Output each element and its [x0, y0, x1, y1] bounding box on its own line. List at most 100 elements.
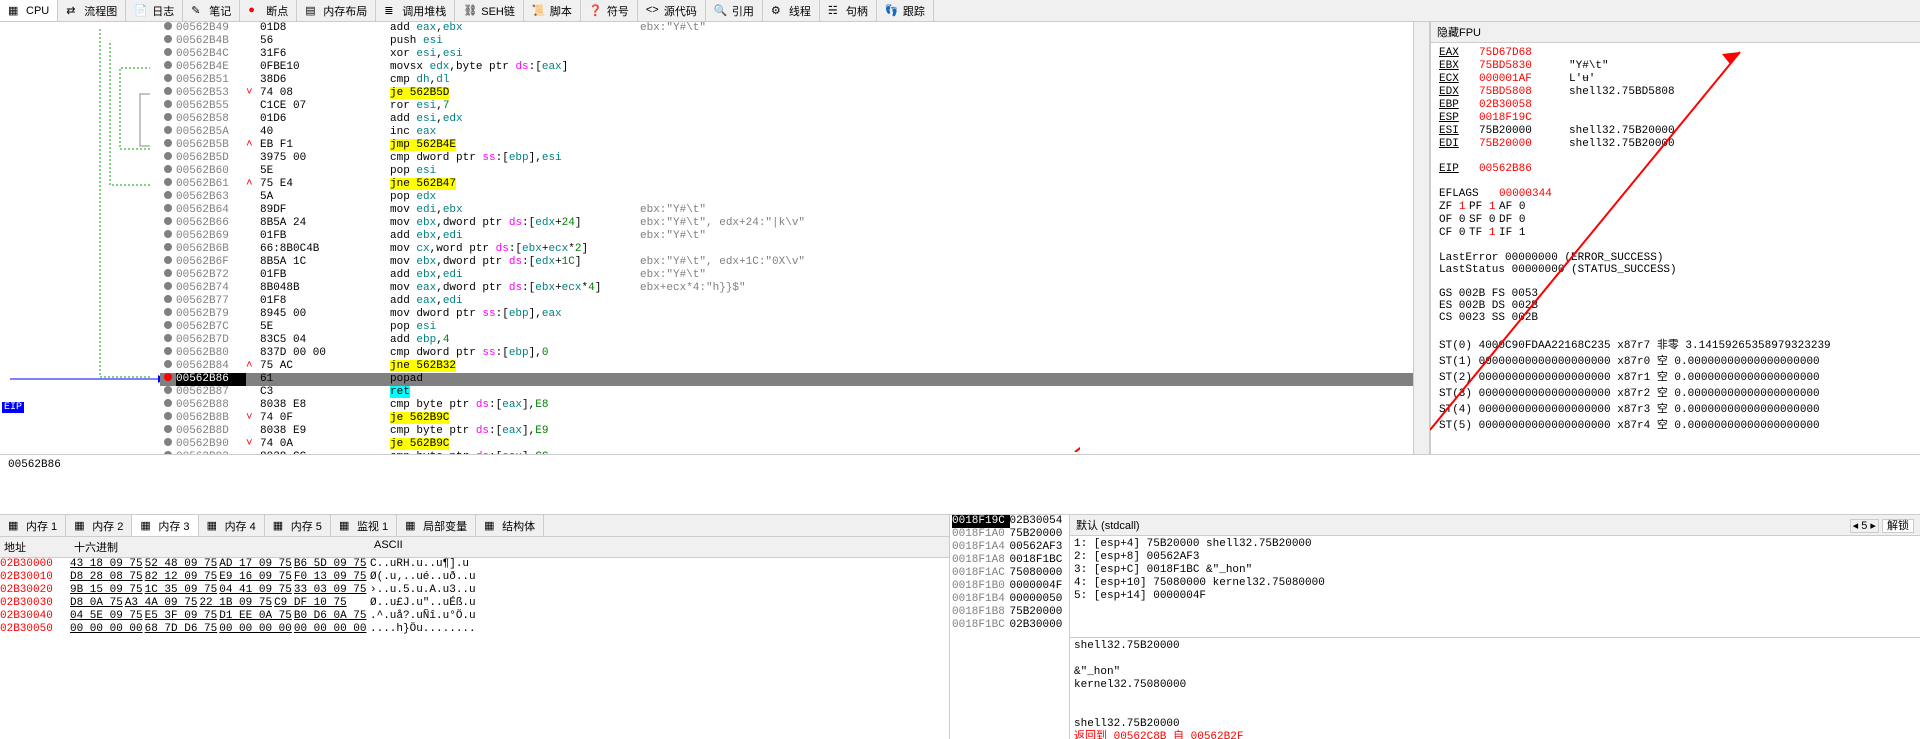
mem-tab[interactable]: ▦监视 1: [331, 515, 397, 536]
disasm-row[interactable]: 00562B888038 E8cmp byte ptr ds:[eax],E8: [160, 399, 1413, 412]
disasm-row[interactable]: 00562B90˅74 0Aje 562B9C: [160, 438, 1413, 451]
disasm-row[interactable]: 00562B8661popad: [160, 373, 1413, 386]
disasm-row[interactable]: 00562B5801D6add esi,edx: [160, 113, 1413, 126]
mem-row[interactable]: 02B30030D8 0A 75A3 4A 09 7522 1B 09 75C9…: [0, 597, 949, 610]
reg-panel-header[interactable]: 隐藏FPU: [1431, 22, 1920, 43]
mem-tab[interactable]: ▦内存 1: [0, 515, 66, 536]
stack-row[interactable]: 0018F1BC02B30000: [950, 619, 1069, 632]
disasm-row[interactable]: 00562B5B˄EB F1jmp 562B4E: [160, 139, 1413, 152]
tab-source[interactable]: <>源代码: [638, 0, 706, 21]
tab-label: 调用堆栈: [402, 3, 446, 19]
stack-row[interactable]: 0018F1A80018F1BC: [950, 554, 1069, 567]
disasm-row[interactable]: 00562B928038 CCcmp byte ptr ds:[eax],CC: [160, 451, 1413, 454]
tab-label: 流程图: [84, 3, 117, 19]
disasm-row[interactable]: 00562B5138D6cmp dh,dl: [160, 74, 1413, 87]
disasm-row[interactable]: 00562B5D3975 00cmp dword ptr ss:[ebp],es…: [160, 152, 1413, 165]
stack-row[interactable]: 0018F1B400000050: [950, 593, 1069, 606]
mem-row[interactable]: 02B300209B 15 09 751C 35 09 7504 41 09 7…: [0, 584, 949, 597]
mem-row[interactable]: 02B3004004 5E 09 75E5 3F 09 75D1 EE 0A 7…: [0, 610, 949, 623]
tab-label: 断点: [266, 3, 288, 19]
disasm-row[interactable]: 00562B7201FBadd ebx,ediebx:"Y#\t": [160, 269, 1413, 282]
disasm-row[interactable]: 00562B55C1CE 07ror esi,7: [160, 100, 1413, 113]
mem-row[interactable]: 02B3000043 18 09 7552 48 09 75AD 17 09 7…: [0, 558, 949, 571]
disasm-row[interactable]: 00562B8D8038 E9cmp byte ptr ds:[eax],E9: [160, 425, 1413, 438]
call-convention-label[interactable]: 默认 (stdcall): [1076, 517, 1140, 533]
arg-count-spinner[interactable]: ◂ 5 ▸: [1850, 519, 1879, 533]
stack-row[interactable]: 0018F1A075B20000: [950, 528, 1069, 541]
disasm-row[interactable]: 00562B7D83C5 04add ebp,4: [160, 334, 1413, 347]
tab-callstack[interactable]: ≣调用堆栈: [376, 0, 455, 21]
disasm-row[interactable]: 00562B4B56push esi: [160, 35, 1413, 48]
disasm-row[interactable]: 00562B53˅74 08je 562B5D: [160, 87, 1413, 100]
tab-symbols[interactable]: ❓符号: [581, 0, 638, 21]
mem-row[interactable]: 02B3005000 00 00 0068 7D D6 7500 00 00 0…: [0, 623, 949, 636]
log-icon: 📄: [134, 4, 148, 18]
disasm-row[interactable]: 00562B5A40inc eax: [160, 126, 1413, 139]
main-area: EIP 00562B4901D8add eax,ebxebx:"Y#\t"005…: [0, 22, 1920, 454]
stack-panel[interactable]: 0018F19C02B300540018F1A075B200000018F1A4…: [950, 515, 1070, 739]
disasm-row[interactable]: 00562B87C3ret: [160, 386, 1413, 399]
jump-lines-gutter: [0, 22, 160, 454]
disasm-row[interactable]: 00562B4901D8add eax,ebxebx:"Y#\t": [160, 22, 1413, 35]
tab-cpu[interactable]: ▦CPU: [0, 0, 58, 21]
disasm-scrollbar[interactable]: [1413, 22, 1429, 454]
registers-body[interactable]: EAX75D67D68EBX75BD5830"Y#\t"ECX000001AFL…: [1431, 43, 1920, 436]
disasm-row[interactable]: 00562B6901FBadd ebx,ediebx:"Y#\t": [160, 230, 1413, 243]
call-body[interactable]: 1: [esp+4] 75B20000 shell32.75B200002: […: [1070, 536, 1920, 637]
disasm-row[interactable]: 00562B635Apop edx: [160, 191, 1413, 204]
tab-log[interactable]: 📄日志: [126, 0, 183, 21]
tab-trace[interactable]: 👣跟踪: [877, 0, 934, 21]
tab-notes[interactable]: ✎笔记: [183, 0, 240, 21]
disasm-row[interactable]: 00562B748B048Bmov eax,dword ptr ds:[ebx+…: [160, 282, 1413, 295]
info-address: 00562B86: [8, 459, 1912, 471]
tab-script[interactable]: 📜 脚本: [524, 0, 581, 21]
stack-row[interactable]: 0018F1AC75080000: [950, 567, 1069, 580]
tab-seh[interactable]: ⛓SEH链: [455, 0, 524, 21]
stack-row[interactable]: 0018F1A400562AF3: [950, 541, 1069, 554]
script-icon: 📜: [532, 4, 546, 18]
tab-breakpoints[interactable]: ●断点: [240, 0, 297, 21]
tab-label: 内存布局: [323, 3, 367, 19]
disasm-row[interactable]: 00562B6B66:8B0C4Bmov cx,word ptr ds:[ebx…: [160, 243, 1413, 256]
cpu-icon: ▦: [8, 4, 22, 18]
mem-tab[interactable]: ▦结构体: [476, 515, 544, 536]
disassembly-panel: EIP 00562B4901D8add eax,ebxebx:"Y#\t"005…: [0, 22, 1430, 454]
stack-row[interactable]: 0018F1B00000004F: [950, 580, 1069, 593]
mem-tab[interactable]: ▦局部变量: [397, 515, 476, 536]
mem-tab[interactable]: ▦内存 5: [265, 515, 331, 536]
disasm-row[interactable]: 00562B798945 00mov dword ptr ss:[ebp],ea…: [160, 308, 1413, 321]
disasm-row[interactable]: 00562B80837D 00 00cmp dword ptr ss:[ebp]…: [160, 347, 1413, 360]
tab-references[interactable]: 🔍引用: [706, 0, 763, 21]
disasm-row[interactable]: 00562B4C31F6xor esi,esi: [160, 48, 1413, 61]
tab-threads[interactable]: ⚙线程: [763, 0, 820, 21]
disasm-row[interactable]: 00562B4E0FBE10movsx edx,byte ptr ds:[eax…: [160, 61, 1413, 74]
tab-memory-map[interactable]: ▤内存布局: [297, 0, 376, 21]
mem-tab[interactable]: ▦内存 2: [66, 515, 132, 536]
info-bar: 00562B86: [0, 454, 1920, 514]
mem-tab[interactable]: ▦内存 3: [132, 515, 198, 536]
tab-flowchart[interactable]: ⇄流程图: [58, 0, 126, 21]
disasm-row[interactable]: 00562B668B5A 24mov ebx,dword ptr ds:[edx…: [160, 217, 1413, 230]
disasm-row[interactable]: 00562B605Epop esi: [160, 165, 1413, 178]
tab-label: 符号: [607, 3, 629, 19]
tab-handles[interactable]: ☵句柄: [820, 0, 877, 21]
stack-info-body[interactable]: shell32.75B20000&"_hon"kernel32.75080000…: [1070, 637, 1920, 739]
tab-label: 脚本: [550, 3, 572, 19]
disasm-row[interactable]: 00562B84˄75 ACjne 562B32: [160, 360, 1413, 373]
disasm-row[interactable]: 00562B6F8B5A 1Cmov ebx,dword ptr ds:[edx…: [160, 256, 1413, 269]
disasm-row[interactable]: 00562B8B˅74 0Fje 562B9C: [160, 412, 1413, 425]
stack-row[interactable]: 0018F1B875B20000: [950, 606, 1069, 619]
disasm-row[interactable]: 00562B7C5Epop esi: [160, 321, 1413, 334]
mem-tab[interactable]: ▦内存 4: [199, 515, 265, 536]
mem-col-addr: 地址: [4, 539, 74, 555]
disassembly-table[interactable]: 00562B4901D8add eax,ebxebx:"Y#\t"00562B4…: [160, 22, 1413, 454]
memory-body[interactable]: 02B3000043 18 09 7552 48 09 75AD 17 09 7…: [0, 558, 949, 739]
memory-panel: ▦内存 1▦内存 2▦内存 3▦内存 4▦内存 5▦监视 1▦局部变量▦结构体 …: [0, 515, 950, 739]
disasm-row[interactable]: 00562B7701F8add eax,edi: [160, 295, 1413, 308]
mem-row[interactable]: 02B30010D8 28 08 7582 12 09 75E9 16 09 7…: [0, 571, 949, 584]
stack-row[interactable]: 0018F19C02B30054: [950, 515, 1069, 528]
disasm-row[interactable]: 00562B61˄75 E4jne 562B47: [160, 178, 1413, 191]
disasm-row[interactable]: 00562B6489DFmov edi,ebxebx:"Y#\t": [160, 204, 1413, 217]
memory-header: 地址 十六进制 ASCII: [0, 537, 949, 558]
unlock-button[interactable]: 解锁: [1882, 519, 1914, 533]
